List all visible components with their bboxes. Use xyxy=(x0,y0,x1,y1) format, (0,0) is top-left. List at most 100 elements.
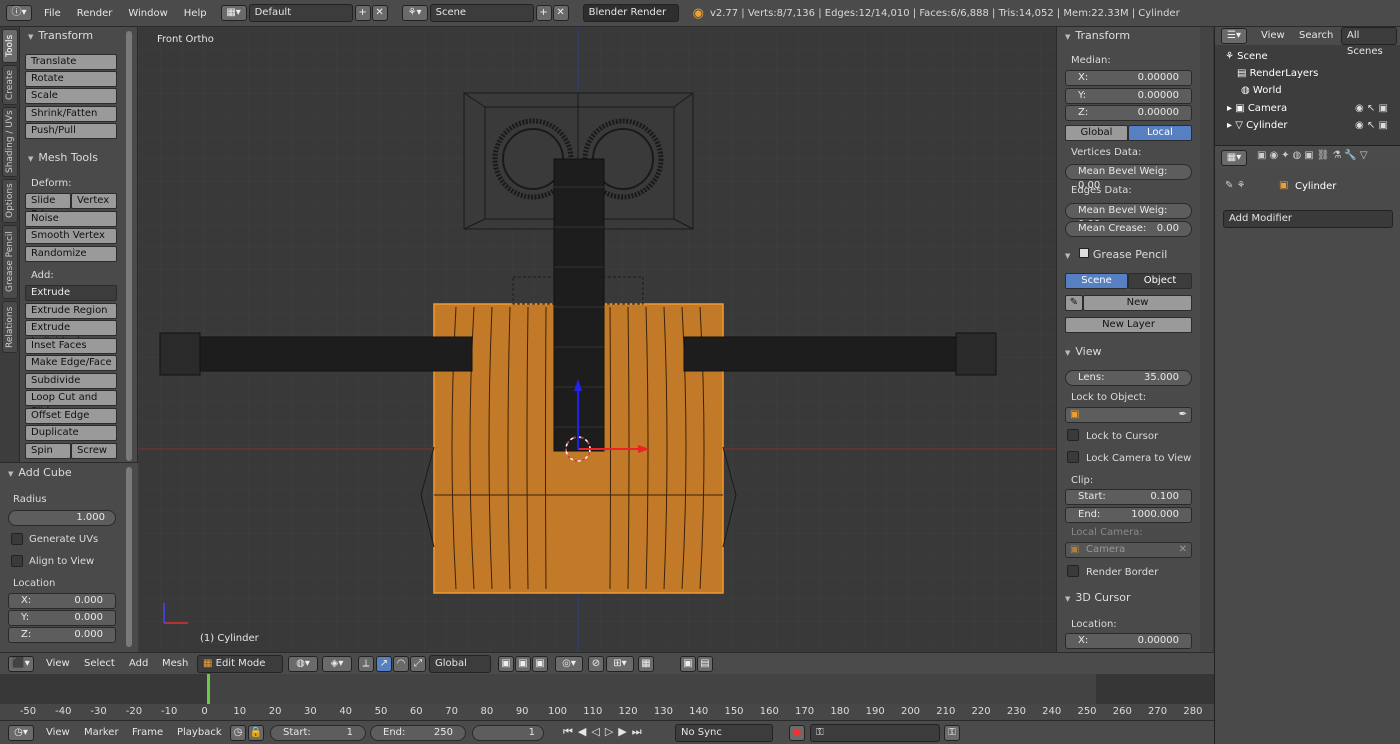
mean-crease-field[interactable]: Mean Crease: 0.00 xyxy=(1065,221,1192,237)
inset-faces-button[interactable]: Inset Faces xyxy=(25,338,117,354)
properties-editor-icon[interactable]: ▦▾ xyxy=(1221,150,1247,166)
add-cube-panel-header[interactable]: Add Cube xyxy=(0,465,71,481)
noise-button[interactable]: Noise xyxy=(25,211,117,227)
menu-render[interactable]: Render xyxy=(69,8,121,19)
grease-new-button[interactable]: New xyxy=(1083,295,1192,311)
tab-shading-uvs[interactable]: Shading / UVs xyxy=(2,107,18,177)
lock-camera-checkbox[interactable] xyxy=(1067,451,1079,463)
lock-cursor-checkbox[interactable] xyxy=(1067,429,1079,441)
tab-create[interactable]: Create xyxy=(2,65,18,105)
lock-range-icon[interactable]: 🔒 xyxy=(248,725,264,741)
grease-object-toggle[interactable]: Object xyxy=(1128,273,1192,289)
loop-cut-button[interactable]: Loop Cut and Slide xyxy=(25,390,117,417)
insert-keyframe-icon[interactable]: ⚿ xyxy=(944,725,960,741)
render-icon[interactable]: ▣ xyxy=(680,656,696,672)
visibility-eye-icon[interactable]: ◉ ↖ ▣ xyxy=(1355,103,1388,114)
view-panel-header[interactable]: View xyxy=(1057,344,1101,360)
scale-button[interactable]: Scale xyxy=(25,88,117,104)
viewport-mesh-menu[interactable]: Mesh xyxy=(162,658,188,669)
median-y-field[interactable]: Y: 0.00000 xyxy=(1065,88,1192,104)
translate-manipulator-icon[interactable]: ↗ xyxy=(376,656,392,672)
shrink-fatten-button[interactable]: Shrink/Fatten xyxy=(25,106,117,122)
cursor-x-field[interactable]: X: 0.00000 xyxy=(1065,633,1192,649)
generate-uvs-checkbox[interactable] xyxy=(11,533,23,545)
viewport-select-menu[interactable]: Select xyxy=(84,658,115,669)
visibility-eye-icon-2[interactable]: ◉ ↖ ▣ xyxy=(1355,120,1388,131)
outliner-item-world[interactable]: ◍ World xyxy=(1241,85,1282,96)
lens-field[interactable]: Lens: 35.000 xyxy=(1065,370,1192,386)
translate-button[interactable]: Translate xyxy=(25,54,117,70)
median-z-field[interactable]: Z: 0.00000 xyxy=(1065,105,1192,121)
context-icons[interactable]: ▣◉✦◍▣⛓⚗🔧▽ xyxy=(1257,150,1371,161)
mean-bevel-edge-field[interactable]: Mean Bevel Weig: 0.00 xyxy=(1065,203,1192,230)
grease-scene-toggle[interactable]: Scene xyxy=(1065,273,1128,289)
viewport-editor-icon[interactable]: ⬛▾ xyxy=(8,656,34,672)
global-toggle[interactable]: Global xyxy=(1065,125,1128,141)
grease-pencil-checkbox[interactable] xyxy=(1078,248,1089,258)
grease-pencil-header[interactable]: Grease Pencil xyxy=(1057,247,1167,263)
tool-shelf-scrollbar[interactable] xyxy=(126,31,132,461)
menu-window[interactable]: Window xyxy=(120,8,175,19)
pivot-icon[interactable]: ◈▾ xyxy=(322,656,352,672)
end-frame-field[interactable]: End: 250 xyxy=(370,725,466,741)
timeline-view-menu[interactable]: View xyxy=(46,727,70,738)
local-camera-field[interactable]: ▣ Camera ✕ xyxy=(1065,542,1192,558)
location-y-field[interactable]: Y: 0.000 xyxy=(8,610,116,626)
rotate-button[interactable]: Rotate xyxy=(25,71,117,87)
local-toggle[interactable]: Local xyxy=(1128,125,1192,141)
snap-element-icon[interactable]: ⊞▾ xyxy=(606,656,634,672)
tab-grease-pencil[interactable]: Grease Pencil xyxy=(2,225,18,299)
slide-vertex-button[interactable]: Vertex xyxy=(71,193,117,209)
new-layer-button[interactable]: New Layer xyxy=(1065,317,1192,333)
extrude-region-button[interactable]: Extrude Region xyxy=(25,303,117,319)
3d-viewport[interactable]: Front Ortho (1) Cylinder xyxy=(138,27,1056,652)
screen-layout-field[interactable]: Default xyxy=(248,4,353,22)
timeline-marker-menu[interactable]: Marker xyxy=(84,727,119,738)
mode-select[interactable]: ▦ Edit Mode xyxy=(197,655,283,673)
current-frame-marker[interactable] xyxy=(207,674,210,704)
tab-tools[interactable]: Tools xyxy=(2,29,18,63)
layer-icon-1[interactable]: ▣ xyxy=(498,656,514,672)
render-border-checkbox[interactable] xyxy=(1067,565,1079,577)
render-engine-select[interactable]: Blender Render xyxy=(582,4,679,22)
subdivide-button[interactable]: Subdivide xyxy=(25,373,117,389)
align-to-view-checkbox[interactable] xyxy=(11,555,23,567)
offset-edge-slide-button[interactable]: Offset Edge Slide xyxy=(25,408,117,435)
scene-icon[interactable]: ⚘▾ xyxy=(401,5,428,21)
slide-edge-button[interactable]: Slide Ed xyxy=(25,193,71,220)
clip-end-field[interactable]: End: 1000.000 xyxy=(1065,507,1192,523)
radius-field[interactable]: 1.000 xyxy=(8,510,116,526)
location-x-field[interactable]: X: 0.000 xyxy=(8,593,116,609)
keying-set-field[interactable]: ⚿ xyxy=(810,724,940,742)
record-icon[interactable]: ● xyxy=(789,725,805,741)
remove-layout-icon[interactable]: ✕ xyxy=(371,5,388,21)
operator-scrollbar[interactable] xyxy=(126,467,132,647)
scene-field[interactable]: Scene xyxy=(429,4,534,22)
add-modifier-select[interactable]: Add Modifier xyxy=(1223,210,1393,228)
shading-icon[interactable]: ◍▾ xyxy=(288,656,318,672)
timeline-playback-menu[interactable]: Playback xyxy=(177,727,222,738)
randomize-button[interactable]: Randomize xyxy=(25,246,117,262)
info-editor-icon[interactable]: ⓘ▾ xyxy=(6,5,32,21)
add-layout-icon[interactable]: + xyxy=(354,5,371,21)
extrude-individual-button[interactable]: Extrude Individual xyxy=(25,320,117,347)
eyedropper-icon[interactable]: ✒ xyxy=(1179,408,1187,422)
viewport-view-menu[interactable]: View xyxy=(46,658,70,669)
preview-range-icon[interactable]: ◷ xyxy=(230,725,246,741)
manipulator-icon[interactable]: ⟂ xyxy=(358,656,374,672)
timeline-frame-menu[interactable]: Frame xyxy=(132,727,163,738)
push-pull-button[interactable]: Push/Pull xyxy=(25,123,117,139)
spin-button[interactable]: Spin xyxy=(25,443,71,459)
timeline-editor-icon[interactable]: ◷▾ xyxy=(8,725,34,741)
location-z-field[interactable]: Z: 0.000 xyxy=(8,627,116,643)
snap-icon[interactable]: ⊘ xyxy=(588,656,604,672)
outliner-item-cylinder[interactable]: ▸ ▽ Cylinder xyxy=(1227,120,1287,131)
median-x-field[interactable]: X: 0.00000 xyxy=(1065,70,1192,86)
remove-scene-icon[interactable]: ✕ xyxy=(552,5,569,21)
add-scene-icon[interactable]: + xyxy=(535,5,552,21)
outliner-editor-icon[interactable]: ☰▾ xyxy=(1221,28,1247,44)
grease-pencil-icon[interactable]: ✎ xyxy=(1065,295,1083,311)
proportional-edit-icon[interactable]: ◎▾ xyxy=(555,656,583,672)
clip-start-field[interactable]: Start: 0.100 xyxy=(1065,489,1192,505)
start-frame-field[interactable]: Start: 1 xyxy=(270,725,366,741)
